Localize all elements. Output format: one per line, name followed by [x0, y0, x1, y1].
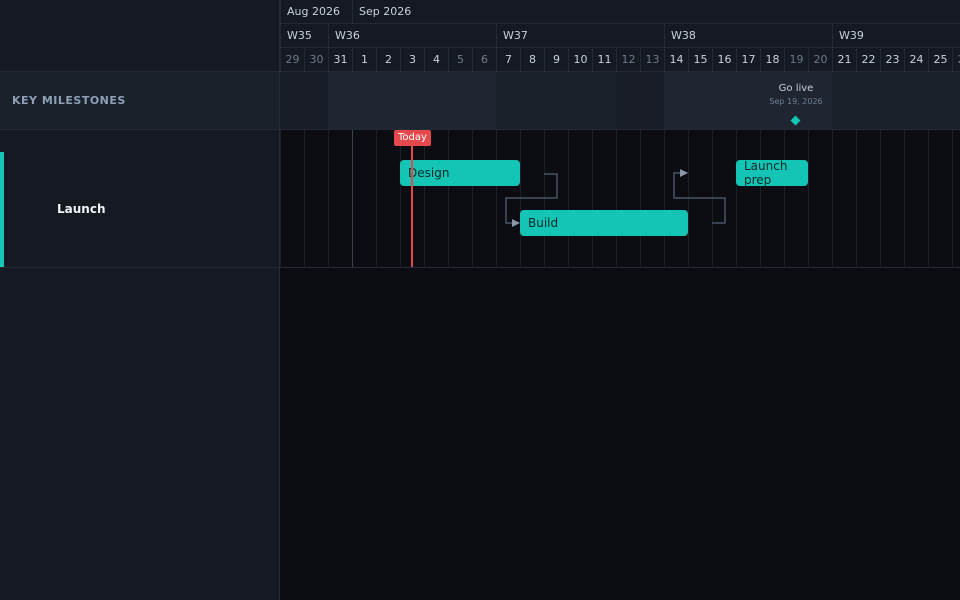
group-accent-bar	[0, 152, 4, 267]
milestone-weekend-band	[304, 72, 328, 129]
task-group-name: Launch	[57, 202, 106, 216]
day-cell: 30	[304, 48, 328, 71]
task-group-launch[interactable]: Launch	[0, 130, 279, 268]
today-badge: Today	[394, 130, 431, 146]
day-cell: 21	[832, 48, 856, 71]
day-cell: 26	[952, 48, 960, 71]
day-cell: 11	[592, 48, 616, 71]
task-bar-build[interactable]: Build	[520, 210, 688, 236]
day-cell: 10	[568, 48, 592, 71]
month-cell: Aug 2026	[280, 0, 352, 23]
task-sidebar: KEY MILESTONES Launch	[0, 0, 280, 600]
day-cell: 5	[448, 48, 472, 71]
week-cell: W39	[832, 24, 960, 47]
day-cell: 8	[520, 48, 544, 71]
day-cell: 24	[904, 48, 928, 71]
today-line	[411, 130, 413, 267]
day-cell: 29	[280, 48, 304, 71]
day-cell: 13	[640, 48, 664, 71]
week-cell: W37	[496, 24, 664, 47]
day-cell: 3	[400, 48, 424, 71]
day-cell: 16	[712, 48, 736, 71]
day-cell: 22	[856, 48, 880, 71]
week-cell: W36	[328, 24, 496, 47]
day-cell: 15	[688, 48, 712, 71]
key-milestones-row: KEY MILESTONES	[0, 72, 279, 130]
month-cell: Sep 2026	[352, 0, 960, 23]
milestone-row: Go live Sep 19, 2026	[280, 72, 960, 130]
day-cell: 31	[328, 48, 352, 71]
day-cell: 1	[352, 48, 376, 71]
milestone-date: Sep 19, 2026	[769, 97, 823, 106]
task-bar-design[interactable]: Design	[400, 160, 520, 186]
dependency-arrows	[505, 169, 726, 227]
day-cell: 17	[736, 48, 760, 71]
day-cell: 25	[928, 48, 952, 71]
day-header: 29 30 31 1 2 3 4 5 6 7 8 9 10 11 12 13 14 15 16 17 18 19 20 21 2…	[280, 48, 960, 72]
week-cell: W38	[664, 24, 832, 47]
day-cell: 4	[424, 48, 448, 71]
week-header: W35 W36 W37 W38 W39	[280, 24, 960, 48]
day-cell: 23	[880, 48, 904, 71]
day-cell: 2	[376, 48, 400, 71]
gantt-timeline[interactable]: Aug 2026 Sep 2026 W35 W36 W37 W38 W39 29 30 31 1…	[280, 0, 960, 600]
day-cell: 14	[664, 48, 688, 71]
day-cell: 20	[808, 48, 832, 71]
task-bar-launch-prep[interactable]: Launch prep	[736, 159, 808, 187]
week-cell: W35	[280, 24, 328, 47]
milestone-weekend-band	[616, 72, 640, 129]
day-cell: 7	[496, 48, 520, 71]
day-cell: 18	[760, 48, 784, 71]
day-cell: 19	[784, 48, 808, 71]
milestone-weekend-band	[280, 72, 304, 129]
month-header: Aug 2026 Sep 2026	[280, 0, 960, 24]
milestone-week-band	[328, 72, 496, 129]
milestone-weekend-band	[640, 72, 664, 129]
sidebar-header	[0, 0, 279, 72]
key-milestones-label: KEY MILESTONES	[12, 94, 126, 107]
day-cell: 12	[616, 48, 640, 71]
day-cell: 6	[472, 48, 496, 71]
milestone-title: Go live	[778, 83, 814, 94]
day-cell: 9	[544, 48, 568, 71]
